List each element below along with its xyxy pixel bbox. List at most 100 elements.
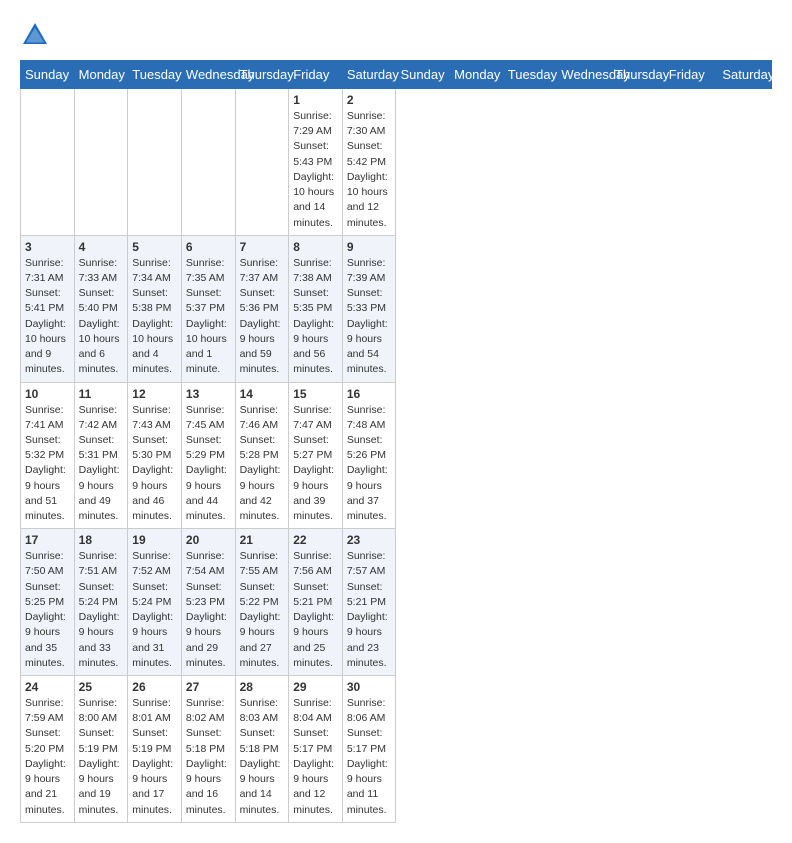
day-info: Sunrise: 8:06 AMSunset: 5:17 PMDaylight:… <box>347 696 392 818</box>
calendar-cell: 9Sunrise: 7:39 AMSunset: 5:33 PMDaylight… <box>342 235 396 382</box>
day-info: Sunrise: 7:43 AMSunset: 5:30 PMDaylight:… <box>132 403 177 525</box>
calendar-header-row: SundayMondayTuesdayWednesdayThursdayFrid… <box>21 61 772 89</box>
day-info: Sunrise: 7:51 AMSunset: 5:24 PMDaylight:… <box>79 549 124 671</box>
day-info: Sunrise: 7:46 AMSunset: 5:28 PMDaylight:… <box>240 403 285 525</box>
calendar-cell: 27 Sunrise: 8:02 AMSunset: 5:18 PMDayligh… <box>181 676 235 823</box>
calendar-cell: 14Sunrise: 7:46 AMSunset: 5:28 PMDayligh… <box>235 382 289 529</box>
calendar-cell <box>181 89 235 236</box>
day-info: Sunrise: 7:39 AMSunset: 5:33 PMDaylight:… <box>347 256 392 378</box>
calendar-week-5: 24Sunrise: 7:59 AMSunset: 5:20 PMDayligh… <box>21 676 772 823</box>
day-info: Sunrise: 7:59 AMSunset: 5:20 PMDaylight:… <box>25 696 70 818</box>
col-header-sunday: Sunday <box>396 61 450 89</box>
calendar-week-1: 1 Sunrise: 7:29 AMSunset: 5:43 PMDaylight… <box>21 89 772 236</box>
day-number: 13 <box>186 387 231 401</box>
day-number: 5 <box>132 240 177 254</box>
day-info: Sunrise: 7:35 AMSunset: 5:37 PMDaylight:… <box>186 256 231 378</box>
calendar-cell: 4 Sunrise: 7:33 AMSunset: 5:40 PMDaylight… <box>74 235 128 382</box>
day-info: Sunrise: 7:56 AMSunset: 5:21 PMDaylight:… <box>293 549 338 671</box>
day-number: 2 <box>347 93 392 107</box>
day-info: Sunrise: 7:55 AMSunset: 5:22 PMDaylight:… <box>240 549 285 671</box>
calendar-cell: 23Sunrise: 7:57 AMSunset: 5:21 PMDayligh… <box>342 529 396 676</box>
col-header-saturday: Saturday <box>342 61 396 89</box>
col-header-monday: Monday <box>74 61 128 89</box>
day-info: Sunrise: 7:52 AMSunset: 5:24 PMDaylight:… <box>132 549 177 671</box>
col-header-friday: Friday <box>664 61 718 89</box>
logo-icon <box>20 20 50 50</box>
day-info: Sunrise: 7:29 AMSunset: 5:43 PMDaylight:… <box>293 109 338 231</box>
calendar-cell: 6 Sunrise: 7:35 AMSunset: 5:37 PMDaylight… <box>181 235 235 382</box>
col-header-thursday: Thursday <box>611 61 665 89</box>
day-number: 22 <box>293 533 338 547</box>
day-number: 26 <box>132 680 177 694</box>
day-info: Sunrise: 7:42 AMSunset: 5:31 PMDaylight:… <box>79 403 124 525</box>
calendar-cell: 20 Sunrise: 7:54 AMSunset: 5:23 PMDayligh… <box>181 529 235 676</box>
page-header <box>20 20 772 50</box>
day-number: 4 <box>79 240 124 254</box>
calendar-cell: 11 Sunrise: 7:42 AMSunset: 5:31 PMDayligh… <box>74 382 128 529</box>
calendar-week-3: 10 Sunrise: 7:41 AMSunset: 5:32 PMDayligh… <box>21 382 772 529</box>
day-info: Sunrise: 7:37 AMSunset: 5:36 PMDaylight:… <box>240 256 285 378</box>
calendar-cell <box>128 89 182 236</box>
day-number: 27 <box>186 680 231 694</box>
day-number: 19 <box>132 533 177 547</box>
day-info: Sunrise: 7:34 AMSunset: 5:38 PMDaylight:… <box>132 256 177 378</box>
day-number: 20 <box>186 533 231 547</box>
day-info: Sunrise: 7:47 AMSunset: 5:27 PMDaylight:… <box>293 403 338 525</box>
day-number: 3 <box>25 240 70 254</box>
day-info: Sunrise: 8:01 AMSunset: 5:19 PMDaylight:… <box>132 696 177 818</box>
calendar-cell: 28 Sunrise: 8:03 AMSunset: 5:18 PMDayligh… <box>235 676 289 823</box>
day-number: 16 <box>347 387 392 401</box>
calendar-cell: 24Sunrise: 7:59 AMSunset: 5:20 PMDayligh… <box>21 676 75 823</box>
calendar-cell: 16 Sunrise: 7:48 AMSunset: 5:26 PMDayligh… <box>342 382 396 529</box>
calendar-cell: 30 Sunrise: 8:06 AMSunset: 5:17 PMDayligh… <box>342 676 396 823</box>
day-info: Sunrise: 7:54 AMSunset: 5:23 PMDaylight:… <box>186 549 231 671</box>
day-info: Sunrise: 8:00 AMSunset: 5:19 PMDaylight:… <box>79 696 124 818</box>
day-info: Sunrise: 7:38 AMSunset: 5:35 PMDaylight:… <box>293 256 338 378</box>
day-number: 17 <box>25 533 70 547</box>
calendar-cell: 29 Sunrise: 8:04 AMSunset: 5:17 PMDayligh… <box>289 676 343 823</box>
col-header-saturday: Saturday <box>718 61 772 89</box>
calendar-cell <box>21 89 75 236</box>
day-number: 1 <box>293 93 338 107</box>
calendar-cell: 13 Sunrise: 7:45 AMSunset: 5:29 PMDayligh… <box>181 382 235 529</box>
col-header-thursday: Thursday <box>235 61 289 89</box>
logo <box>20 20 54 50</box>
calendar-cell: 15 Sunrise: 7:47 AMSunset: 5:27 PMDayligh… <box>289 382 343 529</box>
day-number: 30 <box>347 680 392 694</box>
day-number: 12 <box>132 387 177 401</box>
day-number: 11 <box>79 387 124 401</box>
day-info: Sunrise: 7:45 AMSunset: 5:29 PMDaylight:… <box>186 403 231 525</box>
day-info: Sunrise: 8:03 AMSunset: 5:18 PMDaylight:… <box>240 696 285 818</box>
calendar-cell <box>74 89 128 236</box>
calendar-week-2: 3 Sunrise: 7:31 AMSunset: 5:41 PMDaylight… <box>21 235 772 382</box>
calendar-cell: 7 Sunrise: 7:37 AMSunset: 5:36 PMDaylight… <box>235 235 289 382</box>
day-info: Sunrise: 8:02 AMSunset: 5:18 PMDaylight:… <box>186 696 231 818</box>
day-number: 15 <box>293 387 338 401</box>
calendar-cell: 5 Sunrise: 7:34 AMSunset: 5:38 PMDaylight… <box>128 235 182 382</box>
day-info: Sunrise: 7:41 AMSunset: 5:32 PMDaylight:… <box>25 403 70 525</box>
day-info: Sunrise: 7:31 AMSunset: 5:41 PMDaylight:… <box>25 256 70 378</box>
day-info: Sunrise: 8:04 AMSunset: 5:17 PMDaylight:… <box>293 696 338 818</box>
calendar-cell: 26 Sunrise: 8:01 AMSunset: 5:19 PMDayligh… <box>128 676 182 823</box>
day-info: Sunrise: 7:30 AMSunset: 5:42 PMDaylight:… <box>347 109 392 231</box>
day-number: 7 <box>240 240 285 254</box>
col-header-wednesday: Wednesday <box>557 61 611 89</box>
day-number: 29 <box>293 680 338 694</box>
calendar-cell: 2 Sunrise: 7:30 AMSunset: 5:42 PMDaylight… <box>342 89 396 236</box>
day-number: 18 <box>79 533 124 547</box>
day-info: Sunrise: 7:57 AMSunset: 5:21 PMDaylight:… <box>347 549 392 671</box>
day-number: 25 <box>79 680 124 694</box>
day-info: Sunrise: 7:33 AMSunset: 5:40 PMDaylight:… <box>79 256 124 378</box>
day-number: 8 <box>293 240 338 254</box>
day-number: 6 <box>186 240 231 254</box>
day-info: Sunrise: 7:50 AMSunset: 5:25 PMDaylight:… <box>25 549 70 671</box>
calendar-cell <box>235 89 289 236</box>
col-header-monday: Monday <box>450 61 504 89</box>
day-info: Sunrise: 7:48 AMSunset: 5:26 PMDaylight:… <box>347 403 392 525</box>
calendar-cell: 19 Sunrise: 7:52 AMSunset: 5:24 PMDayligh… <box>128 529 182 676</box>
calendar-cell: 1 Sunrise: 7:29 AMSunset: 5:43 PMDaylight… <box>289 89 343 236</box>
day-number: 28 <box>240 680 285 694</box>
day-number: 10 <box>25 387 70 401</box>
calendar-cell: 22 Sunrise: 7:56 AMSunset: 5:21 PMDayligh… <box>289 529 343 676</box>
calendar-cell: 25 Sunrise: 8:00 AMSunset: 5:19 PMDayligh… <box>74 676 128 823</box>
